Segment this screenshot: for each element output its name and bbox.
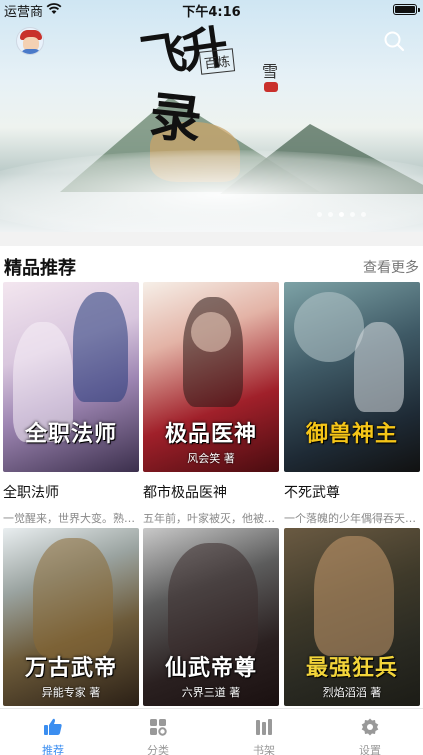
bookshelf-icon: [256, 719, 272, 735]
user-avatar[interactable]: [16, 27, 44, 55]
book-card[interactable]: 御兽神主 不死武尊 一个落魄的少年偶得吞天魔功: [284, 282, 420, 526]
tab-recommend[interactable]: 推荐: [0, 709, 106, 755]
book-description: 五年前，叶家被灭，他被迫入赘: [143, 512, 279, 525]
banner-author: 雪: [262, 62, 279, 81]
thumbs-up-icon: [44, 718, 62, 735]
carousel-dot[interactable]: [361, 212, 366, 217]
book-title[interactable]: 不死武尊: [284, 482, 420, 502]
book-card[interactable]: 最强狂兵 烈焰滔滔 著: [284, 528, 420, 706]
status-time: 下午4:16: [182, 5, 241, 20]
category-icon: [150, 719, 167, 736]
cover-figure: [314, 536, 394, 656]
cover-figure: [33, 538, 113, 658]
gear-icon: [361, 718, 379, 736]
tab-label: 书架: [253, 744, 275, 755]
cover-title: 最强狂兵: [305, 655, 398, 681]
cover-figure: [168, 543, 258, 663]
book-cover[interactable]: 仙武帝尊 六界三道 著: [143, 528, 279, 706]
status-bar: 运营商 下午4:16: [0, 0, 423, 20]
tab-category[interactable]: 分类: [105, 709, 211, 755]
cover-title: 万古武帝: [24, 655, 117, 681]
carousel-dot-active[interactable]: [339, 212, 344, 217]
carousel-dots[interactable]: [317, 212, 366, 217]
book-cover[interactable]: 极品医神 风会笑 著: [143, 282, 279, 472]
book-cover[interactable]: 御兽神主: [284, 282, 420, 472]
cover-figure: [73, 292, 128, 402]
book-title[interactable]: 都市极品医神: [143, 482, 279, 502]
tab-label: 推荐: [42, 744, 64, 755]
book-card[interactable]: 极品医神 风会笑 著 都市极品医神 五年前，叶家被灭，他被迫入赘: [143, 282, 279, 526]
book-description: 一觉醒来，世界大变。熟悉的高中传授: [3, 512, 139, 525]
carousel-dot[interactable]: [328, 212, 333, 217]
battery-icon: [393, 4, 420, 15]
hero-banner[interactable]: 飞升 录 百炼 雪: [0, 0, 423, 232]
view-more-link[interactable]: 查看更多: [363, 257, 419, 277]
cover-author: 六界三道 著: [181, 686, 241, 699]
banner-mist: [0, 150, 423, 232]
cover-author: 异能专家 著: [41, 686, 101, 699]
book-card[interactable]: 全职法师 全职法师 一觉醒来，世界大变。熟悉的高中传授: [3, 282, 139, 526]
banner-red-mark: [264, 82, 278, 92]
cover-author: 风会笑 著: [187, 452, 235, 465]
cover-title: 仙武帝尊: [164, 655, 257, 681]
cover-title: 极品医神: [164, 421, 257, 447]
search-icon[interactable]: [383, 30, 405, 52]
cover-beast: [294, 292, 364, 362]
cover-figure: [354, 322, 404, 412]
book-cover[interactable]: 全职法师: [3, 282, 139, 472]
cover-title: 全职法师: [24, 421, 117, 447]
section-divider: [0, 232, 423, 246]
book-card[interactable]: 仙武帝尊 六界三道 著: [143, 528, 279, 706]
book-description: 一个落魄的少年偶得吞天魔功: [284, 512, 420, 525]
tab-label: 设置: [359, 744, 381, 755]
tab-bookshelf[interactable]: 书架: [211, 709, 317, 755]
book-title[interactable]: 全职法师: [3, 482, 139, 502]
book-cover[interactable]: 最强狂兵 烈焰滔滔 著: [284, 528, 420, 706]
book-cover[interactable]: 万古武帝 异能专家 著: [3, 528, 139, 706]
cover-author: 烈焰滔滔 著: [322, 686, 382, 699]
cover-title: 御兽神主: [305, 421, 398, 447]
banner-title-line2: 录: [146, 85, 205, 152]
tab-label: 分类: [147, 744, 169, 755]
bottom-tab-bar: 推荐 分类 书架 设置: [0, 708, 423, 755]
tab-settings[interactable]: 设置: [317, 709, 423, 755]
carousel-dot[interactable]: [317, 212, 322, 217]
cover-face: [191, 312, 231, 352]
book-card[interactable]: 万古武帝 异能专家 著: [3, 528, 139, 706]
section-title: 精品推荐: [4, 258, 76, 279]
banner-seal: 百炼: [198, 48, 236, 75]
carousel-dot[interactable]: [350, 212, 355, 217]
